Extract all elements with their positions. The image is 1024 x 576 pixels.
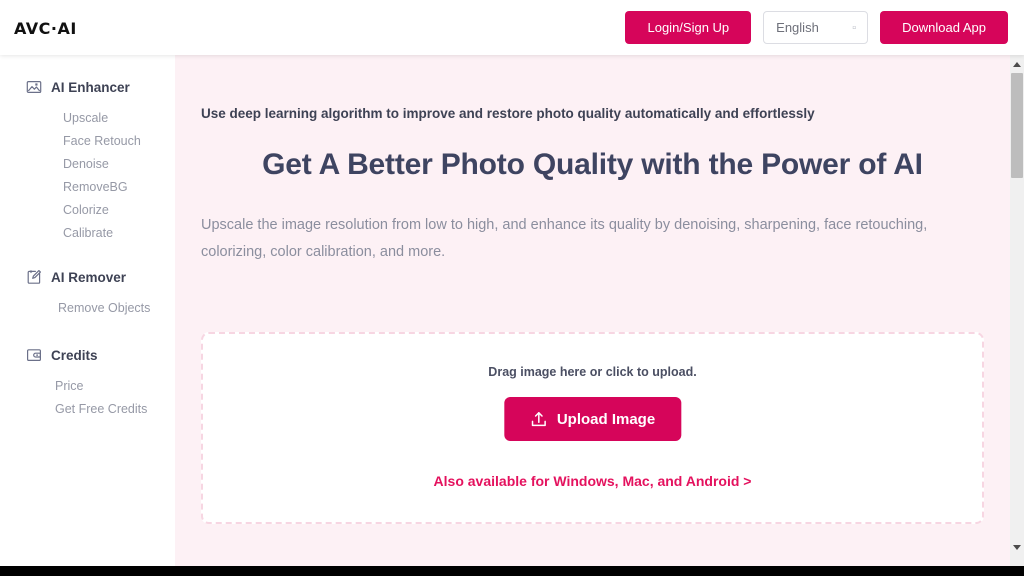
vertical-scrollbar[interactable] bbox=[1010, 55, 1024, 566]
brand-logo[interactable]: AVC·AI bbox=[14, 19, 77, 38]
sidebar-item-get-free-credits[interactable]: Get Free Credits bbox=[0, 398, 175, 421]
app-root: AVC·AI Login/Sign Up English ▫ Download … bbox=[0, 0, 1024, 576]
sidebar-sublist-ai-enhancer: Upscale Face Retouch Denoise RemoveBG Co… bbox=[0, 107, 175, 245]
page-title: Get A Better Photo Quality with the Powe… bbox=[262, 148, 923, 181]
upload-image-button[interactable]: Upload Image bbox=[503, 397, 682, 441]
header-actions: Login/Sign Up English ▫ Download App bbox=[625, 11, 1008, 44]
sidebar-item-remove-objects[interactable]: Remove Objects bbox=[0, 297, 175, 320]
upload-arrow-icon bbox=[530, 411, 547, 428]
scroll-up-arrow-icon[interactable] bbox=[1010, 57, 1024, 71]
scrollbar-thumb[interactable] bbox=[1011, 73, 1023, 178]
sidebar-item-price[interactable]: Price bbox=[0, 375, 175, 398]
language-selected-value: English bbox=[776, 20, 819, 35]
language-selector[interactable]: English ▫ bbox=[763, 11, 869, 44]
sidebar-sublist-ai-remover: Remove Objects bbox=[0, 297, 175, 320]
sidebar-group-ai-remover: AI Remover Remove Objects bbox=[0, 267, 175, 320]
upload-image-button-label: Upload Image bbox=[556, 410, 656, 428]
sidebar-item-upscale[interactable]: Upscale bbox=[0, 107, 175, 130]
download-app-button[interactable]: Download App bbox=[880, 11, 1008, 44]
login-signup-button[interactable]: Login/Sign Up bbox=[625, 11, 752, 44]
sidebar-item-calibrate[interactable]: Calibrate bbox=[0, 222, 175, 245]
sidebar-item-ai-remover[interactable]: AI Remover bbox=[0, 267, 175, 287]
sidebar-item-credits[interactable]: Credits bbox=[0, 345, 175, 365]
page-eyebrow: Use deep learning algorithm to improve a… bbox=[201, 106, 815, 121]
sidebar-group-credits: Credits Price Get Free Credits bbox=[0, 345, 175, 421]
upload-dropzone[interactable]: Drag image here or click to upload. Uplo… bbox=[201, 332, 984, 524]
sidebar-item-denoise[interactable]: Denoise bbox=[0, 153, 175, 176]
wallet-icon bbox=[26, 347, 42, 363]
top-header: AVC·AI Login/Sign Up English ▫ Download … bbox=[0, 0, 1024, 55]
drag-hint-text: Drag image here or click to upload. bbox=[488, 365, 697, 379]
sidebar: AI Enhancer Upscale Face Retouch Denoise… bbox=[0, 55, 175, 566]
sidebar-group-label: Credits bbox=[51, 347, 98, 363]
chevron-down-icon: ▫ bbox=[852, 22, 857, 34]
sidebar-item-ai-enhancer[interactable]: AI Enhancer bbox=[0, 77, 175, 97]
bottom-letterbox-strip bbox=[0, 566, 1024, 576]
sidebar-group-label: AI Remover bbox=[51, 269, 127, 285]
sidebar-group-label: AI Enhancer bbox=[51, 79, 130, 95]
magic-wand-icon bbox=[26, 269, 42, 285]
sidebar-item-removebg[interactable]: RemoveBG bbox=[0, 176, 175, 199]
sidebar-item-colorize[interactable]: Colorize bbox=[0, 199, 175, 222]
main-content: Use deep learning algorithm to improve a… bbox=[175, 55, 1010, 566]
sidebar-group-ai-enhancer: AI Enhancer Upscale Face Retouch Denoise… bbox=[0, 77, 175, 245]
scroll-down-arrow-icon[interactable] bbox=[1010, 540, 1024, 554]
sidebar-item-face-retouch[interactable]: Face Retouch bbox=[0, 130, 175, 153]
also-available-link[interactable]: Also available for Windows, Mac, and And… bbox=[203, 473, 982, 489]
page-description: Upscale the image resolution from low to… bbox=[201, 217, 928, 260]
image-icon bbox=[26, 79, 42, 95]
sidebar-sublist-credits: Price Get Free Credits bbox=[0, 375, 175, 421]
